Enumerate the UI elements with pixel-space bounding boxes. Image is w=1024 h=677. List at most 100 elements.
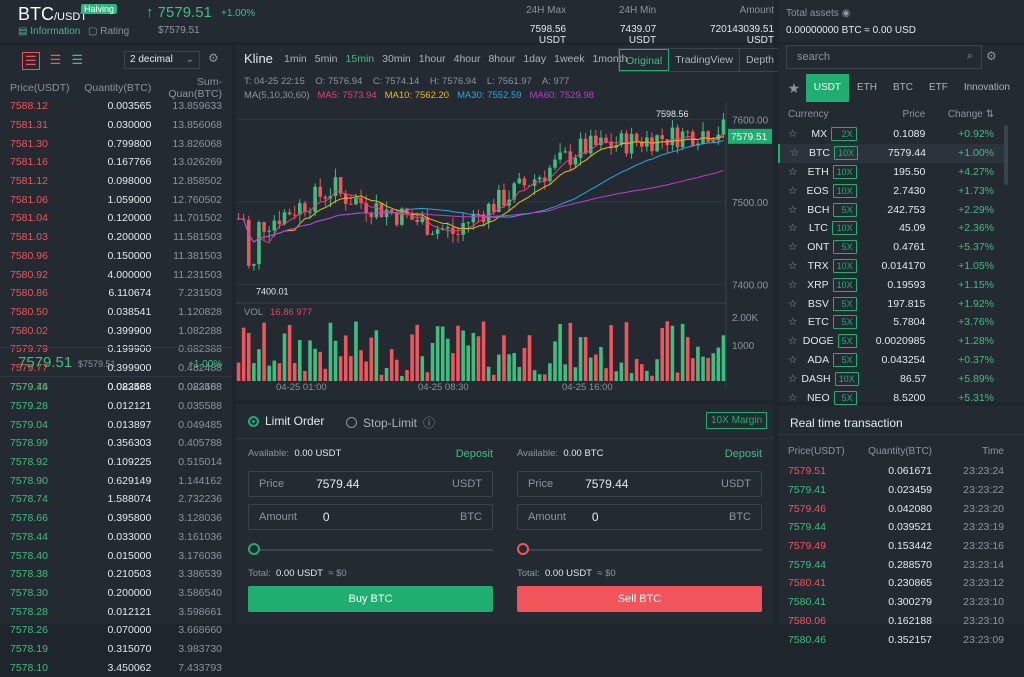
ask-row[interactable]: 7580.92 4.000000 11.231503 — [0, 265, 232, 284]
market-row-ont[interactable]: ☆ ONT 5X 0.4761 +5.37% — [778, 238, 1004, 257]
ask-row[interactable]: 7580.86 6.110674 7.231503 — [0, 284, 232, 303]
stop-limit-radio[interactable]: Stop-Limit ⓘ — [346, 414, 435, 431]
ask-row[interactable]: 7581.04 0.120000 11.701502 — [0, 209, 232, 228]
market-row-neo[interactable]: ☆ NEO 5X 8.5200 +5.31% — [778, 388, 1004, 407]
market-row-ltc[interactable]: ☆ LTC 10X 45.09 +2.36% — [778, 219, 1004, 238]
price-input[interactable]: Price 7579.44 USDT — [517, 471, 762, 497]
bid-row[interactable]: 7578.44 0.033000 3.161036 — [0, 528, 232, 547]
book-both-icon[interactable]: ☰ — [22, 52, 40, 70]
market-row-btc[interactable]: ☆ BTC 10X 7579.44 +1.00% — [778, 143, 1004, 163]
market-row-bsv[interactable]: ☆ BSV 5X 197.815 +1.92% — [778, 294, 1004, 313]
ask-row[interactable]: 7581.30 0.799800 13.826068 — [0, 134, 232, 153]
favorites-star-icon[interactable]: ★ — [782, 80, 806, 97]
star-icon[interactable]: ☆ — [788, 298, 804, 310]
star-icon[interactable]: ☆ — [788, 335, 799, 347]
star-icon[interactable]: ☆ — [790, 147, 805, 159]
market-tab-innovation[interactable]: Innovation — [956, 74, 1018, 102]
bid-row[interactable]: 7578.40 0.015000 3.176036 — [0, 546, 232, 565]
ask-row[interactable]: 7581.31 0.030000 13.856068 — [0, 116, 232, 135]
market-row-eth[interactable]: ☆ ETH 10X 195.50 +4.27% — [778, 163, 1004, 182]
market-row-eos[interactable]: ☆ EOS 10X 2.7430 +1.73% — [778, 181, 1004, 200]
interval-5min[interactable]: 5min — [311, 48, 342, 70]
book-settings-icon[interactable]: ⚙ — [208, 51, 219, 65]
book-asks-icon[interactable]: ☰ — [50, 52, 62, 70]
interval-15min[interactable]: 15min — [342, 48, 379, 70]
ask-row[interactable]: 7588.12 0.003565 13.859633 — [0, 97, 232, 116]
bid-row[interactable]: 7578.10 3.450062 7.433793 — [0, 658, 232, 677]
information-link[interactable]: ▤ Information — [18, 26, 80, 37]
ask-row[interactable]: 7581.03 0.200000 11.581503 — [0, 228, 232, 247]
decimal-select[interactable]: 2 decimal ⌄ — [124, 51, 200, 69]
view-depth[interactable]: Depth — [740, 49, 781, 71]
kline-chart[interactable]: 7600.00 7500.00 7400.00 7598.56 7400.01 7579.… — [236, 103, 774, 393]
market-row-doge[interactable]: ☆ DOGE 5X 0.0020985 +1.28% — [778, 332, 1004, 351]
bid-row[interactable]: 7579.04 0.013897 0.049485 — [0, 415, 232, 434]
price-input[interactable]: Price 7579.44 USDT — [248, 471, 493, 497]
bid-row[interactable]: 7578.19 0.315070 3.983730 — [0, 640, 232, 659]
bid-row[interactable]: 7579.28 0.012121 0.035588 — [0, 397, 232, 416]
market-row-bch[interactable]: ☆ BCH 5X 242.753 +2.29% — [778, 200, 1004, 219]
market-row-mx[interactable]: ☆ MX 2X 0.1089 +0.92% — [778, 125, 1004, 144]
star-icon[interactable]: ☆ — [788, 128, 806, 140]
interval-30min[interactable]: 30min — [378, 48, 415, 70]
market-scrollbar[interactable] — [1004, 125, 1008, 185]
bid-row[interactable]: 7578.28 0.012121 3.598661 — [0, 602, 232, 621]
market-row-dash[interactable]: ☆ DASH 10X 86.57 +5.89% — [778, 369, 1004, 388]
bid-row[interactable]: 7578.74 1.588074 2.732236 — [0, 490, 232, 509]
eye-icon[interactable]: ◉ — [842, 8, 851, 19]
limit-order-radio[interactable]: Limit Order — [248, 414, 324, 428]
star-icon[interactable]: ☆ — [788, 354, 804, 366]
search-icon[interactable]: ⌕ — [967, 50, 973, 63]
amount-slider[interactable] — [517, 540, 762, 560]
interval-1min[interactable]: 1min — [280, 48, 311, 70]
star-icon[interactable]: ☆ — [788, 166, 804, 178]
star-icon[interactable]: ☆ — [788, 392, 803, 404]
bid-row[interactable]: 7578.38 0.210503 3.386539 — [0, 565, 232, 584]
slider-handle[interactable] — [517, 543, 529, 555]
ask-row[interactable]: 7581.16 0.167766 13.026269 — [0, 153, 232, 172]
ask-row[interactable]: 7581.06 1.059000 12.760502 — [0, 190, 232, 209]
market-tab-eth[interactable]: ETH — [849, 74, 885, 102]
star-icon[interactable]: ☆ — [788, 185, 802, 197]
ask-row[interactable]: 7580.96 0.150000 11.381503 — [0, 247, 232, 266]
interval-4hour[interactable]: 4hour — [450, 48, 485, 70]
star-icon[interactable]: ☆ — [788, 222, 805, 234]
interval-1hour[interactable]: 1hour — [415, 48, 450, 70]
slider-handle[interactable] — [248, 543, 260, 555]
market-tab-usdt[interactable]: USDT — [805, 74, 849, 102]
deposit-link[interactable]: Deposit — [456, 448, 493, 462]
star-icon[interactable]: ☆ — [788, 241, 803, 253]
ask-row[interactable]: 7580.02 0.399900 1.082288 — [0, 321, 232, 340]
star-icon[interactable]: ☆ — [788, 260, 804, 272]
amount-input[interactable]: Amount 0 BTC — [517, 504, 762, 530]
market-row-ada[interactable]: ☆ ADA 5X 0.043254 +0.37% — [778, 351, 1004, 370]
search-input[interactable]: search ⌕ — [786, 45, 982, 69]
market-settings-icon[interactable]: ⚙ — [986, 49, 997, 63]
bid-row[interactable]: 7578.90 0.629149 1.144162 — [0, 471, 232, 490]
star-icon[interactable]: ☆ — [788, 316, 804, 328]
margin-button[interactable]: 10X Margin — [706, 412, 768, 429]
star-icon[interactable]: ☆ — [788, 204, 803, 216]
star-icon[interactable]: ☆ — [788, 279, 803, 291]
rating-link[interactable]: ▢ Rating — [88, 26, 129, 37]
book-bids-icon[interactable]: ☰ — [71, 52, 83, 70]
market-row-xrp[interactable]: ☆ XRP 10X 0.19593 +1.15% — [778, 275, 1004, 294]
sell-button[interactable]: Sell BTC — [517, 586, 762, 612]
bid-row[interactable]: 7578.92 0.109225 0.515014 — [0, 453, 232, 472]
market-tab-etf[interactable]: ETF — [921, 74, 956, 102]
buy-button[interactable]: Buy BTC — [248, 586, 493, 612]
star-icon[interactable]: ☆ — [788, 373, 797, 385]
view-tradingview[interactable]: TradingView — [669, 49, 740, 71]
deposit-link[interactable]: Deposit — [725, 448, 762, 462]
help-icon[interactable]: ⓘ — [423, 414, 435, 431]
bid-row[interactable]: 7578.99 0.356303 0.405788 — [0, 434, 232, 453]
market-row-etc[interactable]: ☆ ETC 5X 5.7804 +3.76% — [778, 313, 1004, 332]
view-original[interactable]: Original — [619, 49, 670, 71]
bid-row[interactable]: 7578.30 0.200000 3.586540 — [0, 584, 232, 603]
ask-row[interactable]: 7581.12 0.098000 12.858502 — [0, 172, 232, 191]
market-row-trx[interactable]: ☆ TRX 10X 0.014170 +1.05% — [778, 257, 1004, 276]
interval-8hour[interactable]: 8hour — [484, 48, 519, 70]
market-tab-btc[interactable]: BTC — [885, 74, 921, 102]
ask-row[interactable]: 7580.50 0.038541 1.120828 — [0, 303, 232, 322]
interval-1day[interactable]: 1day — [519, 48, 550, 70]
